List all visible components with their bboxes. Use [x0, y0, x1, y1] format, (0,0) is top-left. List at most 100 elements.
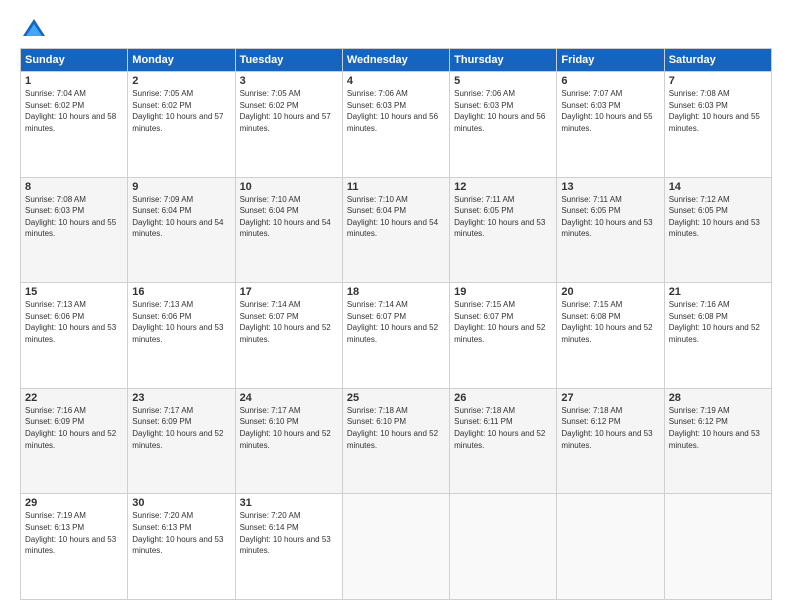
day-info: Sunrise: 7:18 AMSunset: 6:10 PMDaylight:… — [347, 405, 445, 451]
day-number: 30 — [132, 497, 230, 509]
day-info: Sunrise: 7:18 AMSunset: 6:11 PMDaylight:… — [454, 405, 552, 451]
day-cell: 17Sunrise: 7:14 AMSunset: 6:07 PMDayligh… — [235, 283, 342, 389]
day-info: Sunrise: 7:04 AMSunset: 6:02 PMDaylight:… — [25, 88, 123, 134]
day-number: 19 — [454, 286, 552, 298]
day-cell: 24Sunrise: 7:17 AMSunset: 6:10 PMDayligh… — [235, 388, 342, 494]
day-number: 12 — [454, 181, 552, 193]
header-sunday: Sunday — [21, 49, 128, 72]
header-thursday: Thursday — [450, 49, 557, 72]
day-cell: 23Sunrise: 7:17 AMSunset: 6:09 PMDayligh… — [128, 388, 235, 494]
day-info: Sunrise: 7:13 AMSunset: 6:06 PMDaylight:… — [25, 299, 123, 345]
day-info: Sunrise: 7:18 AMSunset: 6:12 PMDaylight:… — [561, 405, 659, 451]
day-info: Sunrise: 7:11 AMSunset: 6:05 PMDaylight:… — [561, 194, 659, 240]
day-info: Sunrise: 7:15 AMSunset: 6:08 PMDaylight:… — [561, 299, 659, 345]
day-info: Sunrise: 7:16 AMSunset: 6:09 PMDaylight:… — [25, 405, 123, 451]
day-info: Sunrise: 7:14 AMSunset: 6:07 PMDaylight:… — [240, 299, 338, 345]
day-cell: 21Sunrise: 7:16 AMSunset: 6:08 PMDayligh… — [664, 283, 771, 389]
day-cell: 29Sunrise: 7:19 AMSunset: 6:13 PMDayligh… — [21, 494, 128, 600]
day-number: 2 — [132, 75, 230, 87]
day-cell: 5Sunrise: 7:06 AMSunset: 6:03 PMDaylight… — [450, 72, 557, 178]
day-number: 29 — [25, 497, 123, 509]
day-cell: 11Sunrise: 7:10 AMSunset: 6:04 PMDayligh… — [342, 177, 449, 283]
day-number: 15 — [25, 286, 123, 298]
day-info: Sunrise: 7:12 AMSunset: 6:05 PMDaylight:… — [669, 194, 767, 240]
header — [20, 16, 772, 44]
day-cell: 19Sunrise: 7:15 AMSunset: 6:07 PMDayligh… — [450, 283, 557, 389]
day-number: 16 — [132, 286, 230, 298]
day-number: 10 — [240, 181, 338, 193]
day-cell — [342, 494, 449, 600]
calendar-table: SundayMondayTuesdayWednesdayThursdayFrid… — [20, 48, 772, 600]
day-info: Sunrise: 7:07 AMSunset: 6:03 PMDaylight:… — [561, 88, 659, 134]
day-cell: 6Sunrise: 7:07 AMSunset: 6:03 PMDaylight… — [557, 72, 664, 178]
day-info: Sunrise: 7:19 AMSunset: 6:13 PMDaylight:… — [25, 510, 123, 556]
week-row-1: 1Sunrise: 7:04 AMSunset: 6:02 PMDaylight… — [21, 72, 772, 178]
day-info: Sunrise: 7:10 AMSunset: 6:04 PMDaylight:… — [240, 194, 338, 240]
day-cell: 30Sunrise: 7:20 AMSunset: 6:13 PMDayligh… — [128, 494, 235, 600]
day-cell: 10Sunrise: 7:10 AMSunset: 6:04 PMDayligh… — [235, 177, 342, 283]
day-cell: 22Sunrise: 7:16 AMSunset: 6:09 PMDayligh… — [21, 388, 128, 494]
day-number: 13 — [561, 181, 659, 193]
day-info: Sunrise: 7:15 AMSunset: 6:07 PMDaylight:… — [454, 299, 552, 345]
day-info: Sunrise: 7:17 AMSunset: 6:09 PMDaylight:… — [132, 405, 230, 451]
day-info: Sunrise: 7:19 AMSunset: 6:12 PMDaylight:… — [669, 405, 767, 451]
day-number: 9 — [132, 181, 230, 193]
calendar-page: SundayMondayTuesdayWednesdayThursdayFrid… — [0, 0, 792, 612]
day-number: 7 — [669, 75, 767, 87]
day-info: Sunrise: 7:13 AMSunset: 6:06 PMDaylight:… — [132, 299, 230, 345]
day-number: 5 — [454, 75, 552, 87]
week-row-4: 22Sunrise: 7:16 AMSunset: 6:09 PMDayligh… — [21, 388, 772, 494]
day-cell: 25Sunrise: 7:18 AMSunset: 6:10 PMDayligh… — [342, 388, 449, 494]
day-cell: 26Sunrise: 7:18 AMSunset: 6:11 PMDayligh… — [450, 388, 557, 494]
day-number: 28 — [669, 392, 767, 404]
day-number: 20 — [561, 286, 659, 298]
week-row-2: 8Sunrise: 7:08 AMSunset: 6:03 PMDaylight… — [21, 177, 772, 283]
day-number: 21 — [669, 286, 767, 298]
day-number: 24 — [240, 392, 338, 404]
header-friday: Friday — [557, 49, 664, 72]
day-cell: 12Sunrise: 7:11 AMSunset: 6:05 PMDayligh… — [450, 177, 557, 283]
day-number: 18 — [347, 286, 445, 298]
day-info: Sunrise: 7:06 AMSunset: 6:03 PMDaylight:… — [347, 88, 445, 134]
logo — [20, 16, 52, 44]
day-number: 27 — [561, 392, 659, 404]
day-info: Sunrise: 7:08 AMSunset: 6:03 PMDaylight:… — [25, 194, 123, 240]
day-number: 3 — [240, 75, 338, 87]
day-cell: 7Sunrise: 7:08 AMSunset: 6:03 PMDaylight… — [664, 72, 771, 178]
day-number: 11 — [347, 181, 445, 193]
header-row: SundayMondayTuesdayWednesdayThursdayFrid… — [21, 49, 772, 72]
day-cell: 15Sunrise: 7:13 AMSunset: 6:06 PMDayligh… — [21, 283, 128, 389]
day-number: 26 — [454, 392, 552, 404]
day-number: 1 — [25, 75, 123, 87]
calendar-header: SundayMondayTuesdayWednesdayThursdayFrid… — [21, 49, 772, 72]
day-number: 25 — [347, 392, 445, 404]
week-row-3: 15Sunrise: 7:13 AMSunset: 6:06 PMDayligh… — [21, 283, 772, 389]
day-info: Sunrise: 7:09 AMSunset: 6:04 PMDaylight:… — [132, 194, 230, 240]
day-number: 31 — [240, 497, 338, 509]
day-number: 23 — [132, 392, 230, 404]
week-row-5: 29Sunrise: 7:19 AMSunset: 6:13 PMDayligh… — [21, 494, 772, 600]
day-cell: 4Sunrise: 7:06 AMSunset: 6:03 PMDaylight… — [342, 72, 449, 178]
day-number: 4 — [347, 75, 445, 87]
day-cell — [450, 494, 557, 600]
day-cell: 1Sunrise: 7:04 AMSunset: 6:02 PMDaylight… — [21, 72, 128, 178]
day-cell: 2Sunrise: 7:05 AMSunset: 6:02 PMDaylight… — [128, 72, 235, 178]
day-number: 8 — [25, 181, 123, 193]
day-info: Sunrise: 7:17 AMSunset: 6:10 PMDaylight:… — [240, 405, 338, 451]
day-number: 17 — [240, 286, 338, 298]
day-info: Sunrise: 7:08 AMSunset: 6:03 PMDaylight:… — [669, 88, 767, 134]
day-info: Sunrise: 7:06 AMSunset: 6:03 PMDaylight:… — [454, 88, 552, 134]
day-cell — [664, 494, 771, 600]
header-monday: Monday — [128, 49, 235, 72]
logo-icon — [20, 16, 48, 44]
day-info: Sunrise: 7:14 AMSunset: 6:07 PMDaylight:… — [347, 299, 445, 345]
day-info: Sunrise: 7:11 AMSunset: 6:05 PMDaylight:… — [454, 194, 552, 240]
day-cell: 18Sunrise: 7:14 AMSunset: 6:07 PMDayligh… — [342, 283, 449, 389]
header-wednesday: Wednesday — [342, 49, 449, 72]
day-info: Sunrise: 7:20 AMSunset: 6:14 PMDaylight:… — [240, 510, 338, 556]
day-info: Sunrise: 7:10 AMSunset: 6:04 PMDaylight:… — [347, 194, 445, 240]
header-tuesday: Tuesday — [235, 49, 342, 72]
day-info: Sunrise: 7:20 AMSunset: 6:13 PMDaylight:… — [132, 510, 230, 556]
day-info: Sunrise: 7:05 AMSunset: 6:02 PMDaylight:… — [240, 88, 338, 134]
day-info: Sunrise: 7:16 AMSunset: 6:08 PMDaylight:… — [669, 299, 767, 345]
